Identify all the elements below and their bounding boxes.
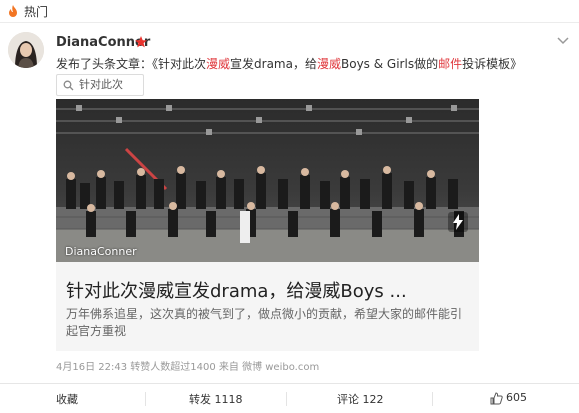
- highlight-keyword: 漫威: [316, 57, 341, 71]
- divider: [286, 392, 287, 406]
- vip-star-icon: [135, 36, 147, 48]
- article-title[interactable]: 针对此次漫威宣发drama，给漫威Boys ...: [66, 277, 407, 303]
- search-icon: [63, 80, 74, 91]
- post-text-mid1: 宣发drama，给: [230, 57, 317, 71]
- avatar[interactable]: [8, 32, 44, 68]
- article-card[interactable]: DianaConner 针对此次漫威宣发drama，给漫威Boys ... 万年…: [56, 99, 479, 351]
- hot-label[interactable]: 热门: [24, 3, 48, 20]
- avatar-image: [8, 32, 44, 68]
- post-text-mid2: Boys & Girls做的: [341, 57, 439, 71]
- repost-button[interactable]: 转发 1118: [189, 391, 243, 407]
- post-text-suffix: 投诉模板》: [462, 57, 523, 71]
- chevron-down-icon[interactable]: [556, 36, 570, 46]
- post-text-prefix: 发布了头条文章：《针对此次: [56, 57, 207, 71]
- like-count[interactable]: 605: [506, 391, 527, 404]
- post-meta: 4月16日 22:43 转赞人数超过1400 来自 微博 weibo.com: [56, 362, 320, 373]
- post-text: 发布了头条文章：《针对此次漫威宣发drama，给漫威Boys & Girls做的…: [56, 55, 522, 72]
- comment-button[interactable]: 评论 122: [337, 391, 384, 407]
- thumbs-up-icon[interactable]: [490, 392, 503, 405]
- image-watermark: DianaConner: [65, 245, 137, 258]
- highlight-keyword: 邮件: [438, 57, 463, 71]
- action-bar: 收藏 转发 1118 评论 122 605: [0, 383, 579, 413]
- favorite-button[interactable]: 收藏: [56, 391, 78, 407]
- highlight-keyword: 漫威: [206, 57, 231, 71]
- search-topic-chip[interactable]: 针对此次漫...: [56, 74, 144, 111]
- divider: [145, 392, 146, 406]
- lightning-icon: [448, 212, 468, 232]
- top-bar: 热门: [0, 0, 579, 23]
- divider: [432, 392, 433, 406]
- article-cover-image: [56, 99, 479, 262]
- fire-icon: [9, 5, 17, 17]
- article-summary: 万年佛系追星，这次真的被气到了，做点微小的贡献，希望大家的邮件能引起官方重视: [66, 307, 463, 338]
